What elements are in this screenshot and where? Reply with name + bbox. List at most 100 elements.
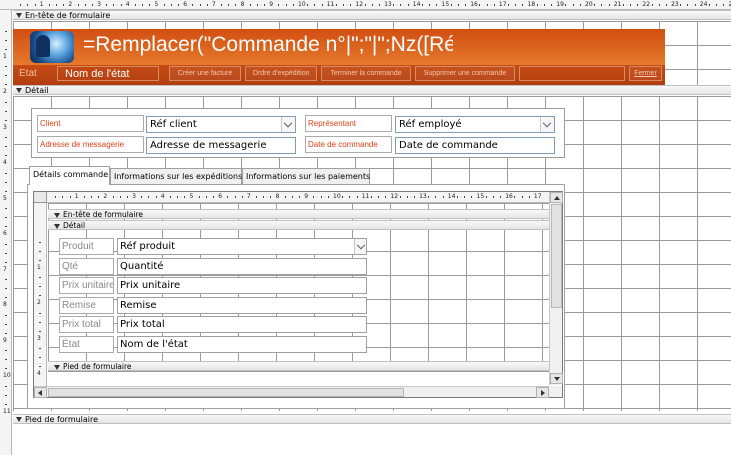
scrollbar-corner [549,386,562,397]
subform-field-etat[interactable]: Nom de l'état [117,336,367,353]
ruler-tick [5,252,7,254]
subform-ruler-corner[interactable] [34,192,47,203]
subform-horizontal-ruler[interactable]: 1 2 3 4 5 6 7 8 9 10 11 12 13 14 15 16 17 [34,192,549,203]
ruler-tick [5,208,7,210]
dropdown-arrow-icon[interactable] [540,117,554,132]
subform-horizontal-scrollbar[interactable] [34,386,549,398]
header-title-textbox[interactable]: =Remplacer("Commande n°|";"|";Nz([Réf co… [83,31,453,59]
subform-combo-value: Réf produit [120,241,176,252]
ruler-number: 17 [498,1,507,8]
rep-combo[interactable]: Réf employé [395,116,555,133]
subform-label-prix-unitaire: Prix unitaire [59,277,114,294]
ruler-number: 2 [37,299,41,306]
ruler-number: 10 [3,372,11,379]
form-footer-section-bar[interactable]: Pied de formulaire [13,414,731,424]
scroll-thumb[interactable] [48,388,404,397]
create-invoice-button[interactable]: Créer une facture [169,66,241,81]
ruler-tick [500,196,502,198]
ruler-tick [493,4,495,6]
close-button[interactable]: Fermer [629,66,662,81]
subform-label-remise: Remise [59,297,114,314]
ruler-tick [658,4,660,6]
rep-combo-value: Réf employé [399,119,462,130]
scroll-up-button[interactable] [550,192,563,203]
subform-field-quantite[interactable]: Quantité [117,258,367,275]
date-label: Date de commande [305,136,392,153]
ruler-tick [278,4,280,6]
client-combo[interactable]: Réf client [146,116,296,133]
ruler-tick [184,196,186,198]
ruler-tick [149,4,151,6]
section-title: Détail [25,86,49,95]
subform-detail-section-bar[interactable]: Détail [48,220,549,230]
ruler-tick [436,4,438,6]
ruler-tick [464,196,466,198]
tab-order-details[interactable]: Détails commande [29,166,110,185]
subform-combo-produit[interactable]: Réf produit [117,238,367,255]
tab-payment-info[interactable]: Informations sur les paiements [242,168,370,184]
scroll-right-button[interactable] [536,387,549,398]
scroll-left-button[interactable] [34,387,47,398]
ruler-tick [579,4,581,6]
subform-footer-area [48,372,549,386]
subform-vertical-scrollbar[interactable] [549,192,563,385]
subform-vertical-ruler[interactable]: 1 2 3 4 [34,203,47,386]
ruler-tick [307,4,309,6]
ruler-tick [687,4,689,6]
ruler-number: 9 [3,336,7,344]
etat-label: Etat [19,68,37,79]
tab-shipping-info[interactable]: Informations sur les expéditions [110,168,242,184]
ruler-tick [91,196,93,198]
ruler-tick [5,101,7,103]
vertical-ruler[interactable]: 1 2 3 4 5 6 7 8 9 10 11 [0,10,12,455]
ruler-tick [5,48,7,50]
header-blank-control[interactable] [519,66,625,81]
shipping-order-button[interactable]: Ordre d'expédition [245,66,317,81]
arrow-up-icon [554,196,560,200]
arrow-down-icon [554,377,560,381]
ruler-tick [39,295,41,297]
etat-field[interactable]: Nom de l'état [57,66,159,81]
ruler-tick [536,4,538,6]
ruler-number: 1 [3,52,7,60]
ruler-tick [5,332,7,334]
ruler-number: 3 [132,193,136,200]
subform-header-section-bar[interactable]: En-tête de formulaire [48,209,549,219]
form-header-section-bar[interactable]: En-tête de formulaire [13,10,731,20]
delete-order-button[interactable]: Supprimer une commande [415,66,515,81]
date-field[interactable]: Date de commande [395,137,555,154]
ruler-tick [429,4,431,6]
scroll-down-button[interactable] [550,373,563,384]
subform-field-prix-total[interactable]: Prix total [117,316,367,333]
dropdown-arrow-icon[interactable] [281,117,295,132]
address-field[interactable]: Adresse de messagerie [146,137,296,154]
ruler-tick [601,4,603,6]
section-title: En-tête de formulaire [63,210,143,219]
ruler-tick [5,155,7,157]
ruler-tick [723,4,725,6]
complete-order-button[interactable]: Terminer la commande [321,66,411,81]
scroll-thumb[interactable] [551,204,562,308]
subform-field-prix-unitaire[interactable]: Prix unitaire [117,277,367,294]
ruler-tick [155,196,157,198]
ruler-tick [5,368,7,370]
address-label: Adresse de messagerie [37,136,144,153]
ruler-number: 22 [642,1,651,8]
subform-footer-section-bar[interactable]: Pied de formulaire [48,361,549,371]
horizontal-ruler[interactable]: 1234567891011121314151617181920212223242… [0,0,731,10]
ruler-tick [450,4,452,6]
ruler-number: 12 [355,1,364,8]
subform-field-remise[interactable]: Remise [117,297,367,314]
dropdown-arrow-icon[interactable] [354,239,366,254]
detail-section-bar[interactable]: Détail [13,85,731,95]
ruler-tick [235,4,237,6]
ruler-number: 11 [361,193,370,200]
ruler-tick [177,196,179,198]
ruler-tick [378,196,380,198]
section-arrow-icon [54,364,60,370]
ruler-tick [39,259,41,261]
ruler-tick [5,39,7,41]
ruler-tick [39,321,41,323]
ruler-tick [5,119,7,121]
ruler-tick [5,75,7,77]
